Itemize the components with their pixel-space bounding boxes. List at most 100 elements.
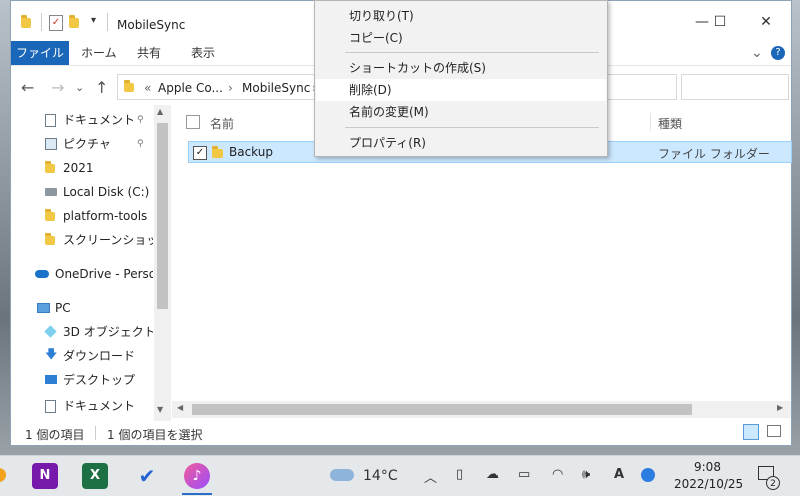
- nav-item-2021[interactable]: 2021: [45, 157, 94, 179]
- menu-item-delete[interactable]: 削除(D): [316, 79, 606, 101]
- ribbon-expand-icon[interactable]: ⌄: [751, 45, 763, 61]
- folder-icon: [45, 161, 55, 173]
- nav-item-label: PC: [55, 301, 71, 315]
- navigation-pane: ドキュメント ⚲ ピクチャ ⚲ 2021 Local Disk (C:) pla…: [11, 105, 153, 421]
- column-header-name[interactable]: 名前: [210, 115, 234, 132]
- file-name: Backup: [229, 145, 273, 159]
- weather-temperature[interactable]: 14°C: [363, 468, 398, 484]
- meet-now-icon[interactable]: ▯: [456, 467, 463, 482]
- nav-item-label: 2021: [63, 161, 94, 175]
- taskbar: N X ✔ ♪ 14°C ︿ ▯ ☁ ▭ ◠ 🕪 A 9:08 2022/10/…: [0, 455, 800, 496]
- excel-icon[interactable]: X: [82, 463, 108, 489]
- nav-item-label: ピクチャ: [63, 137, 111, 151]
- cube-icon: [44, 325, 57, 338]
- nav-item-desktop[interactable]: デスクトップ: [45, 369, 135, 391]
- pin-icon: ⚲: [137, 115, 144, 125]
- nav-item-platform-tools[interactable]: platform-tools: [45, 205, 147, 227]
- back-button[interactable]: ←: [21, 78, 34, 97]
- context-menu: 切り取り(T) コピー(C) ショートカットの作成(S) 削除(D) 名前の変更…: [314, 0, 608, 157]
- drive-icon: [45, 188, 57, 196]
- search-input[interactable]: [681, 74, 789, 100]
- status-bar: 1 個の項目 1 個の項目を選択: [11, 421, 791, 445]
- tab-file[interactable]: ファイル: [11, 41, 69, 65]
- nav-item-label: ドキュメント: [63, 113, 136, 127]
- nav-item-label: platform-tools: [63, 209, 148, 223]
- nav-item-documents-quick[interactable]: ドキュメント ⚲: [45, 109, 144, 131]
- scroll-thumb[interactable]: [192, 404, 692, 415]
- divider: [95, 426, 96, 440]
- nav-item-documents-pc[interactable]: ドキュメント: [45, 395, 135, 417]
- tab-view[interactable]: 表示: [191, 41, 215, 65]
- weather-icon[interactable]: [330, 469, 354, 481]
- ime-indicator[interactable]: A: [614, 467, 624, 482]
- file-list-hscrollbar[interactable]: ◀ ▶: [172, 401, 791, 418]
- properties-icon[interactable]: ✓: [49, 15, 63, 31]
- customize-quick-access-icon[interactable]: ▾: [91, 15, 96, 26]
- scroll-left-arrow[interactable]: ◀: [177, 403, 183, 412]
- battery-icon[interactable]: ▭: [518, 467, 530, 482]
- clock-time[interactable]: 9:08: [694, 460, 721, 474]
- large-icons-view-icon[interactable]: [767, 425, 781, 437]
- onedrive-tray-icon[interactable]: ☁: [486, 467, 499, 482]
- nav-item-pc[interactable]: PC: [35, 297, 71, 319]
- new-folder-icon[interactable]: [69, 15, 79, 28]
- show-hidden-icons-icon[interactable]: ︿: [424, 467, 437, 486]
- scroll-right-arrow[interactable]: ▶: [777, 403, 783, 412]
- up-button[interactable]: ↑: [95, 78, 108, 97]
- pc-icon: [37, 303, 50, 313]
- tab-home[interactable]: ホーム: [81, 41, 117, 65]
- clock-date[interactable]: 2022/10/25: [674, 477, 743, 491]
- breadcrumb-apple-computer[interactable]: Apple Co...: [158, 81, 223, 95]
- nav-item-pictures[interactable]: ピクチャ ⚲: [45, 133, 144, 155]
- row-checkbox[interactable]: ✓: [193, 146, 207, 160]
- menu-item-properties[interactable]: プロパティ(R): [316, 132, 606, 154]
- nav-item-screenshots[interactable]: スクリーンショット: [45, 229, 153, 251]
- nav-item-onedrive[interactable]: OneDrive - Person: [35, 263, 153, 285]
- menu-separator: [345, 52, 599, 53]
- folder-icon: [124, 80, 134, 92]
- divider: [107, 13, 108, 31]
- folder-icon: [45, 233, 55, 245]
- security-tray-icon[interactable]: [641, 468, 655, 482]
- desktop-icon: [45, 375, 57, 384]
- nav-item-label: 3D オブジェクト: [63, 325, 153, 339]
- column-divider[interactable]: [650, 113, 651, 131]
- maximize-button[interactable]: ☐: [705, 11, 735, 33]
- wifi-icon[interactable]: ◠: [552, 467, 563, 482]
- scroll-up-arrow[interactable]: ▲: [157, 107, 163, 116]
- breadcrumb-mobilesync[interactable]: MobileSync: [242, 81, 310, 95]
- menu-item-rename[interactable]: 名前の変更(M): [316, 101, 606, 123]
- details-view-icon[interactable]: [743, 424, 759, 440]
- help-icon[interactable]: ?: [771, 46, 785, 60]
- todo-icon[interactable]: ✔: [134, 463, 160, 489]
- file-type: ファイル フォルダー: [658, 147, 770, 161]
- pin-icon: ⚲: [137, 139, 144, 149]
- forward-button[interactable]: →: [51, 78, 64, 97]
- select-all-checkbox[interactable]: [186, 115, 200, 129]
- itunes-icon[interactable]: ♪: [184, 463, 210, 489]
- folder-icon: [21, 15, 31, 28]
- selection-count: 1 個の項目を選択: [107, 428, 203, 442]
- scroll-down-arrow[interactable]: ▼: [157, 405, 163, 414]
- nav-item-3d-objects[interactable]: 3D オブジェクト: [44, 321, 153, 343]
- nav-item-downloads[interactable]: 🡇 ダウンロード: [45, 345, 135, 367]
- breadcrumb-overflow[interactable]: «: [144, 81, 151, 95]
- volume-icon[interactable]: 🕪: [582, 467, 590, 482]
- window-title: MobileSync: [117, 18, 186, 32]
- nav-item-label: デスクトップ: [63, 373, 136, 387]
- menu-item-cut[interactable]: 切り取り(T): [316, 5, 606, 27]
- nav-scrollbar[interactable]: ▲ ▼: [154, 105, 171, 421]
- recent-locations-button[interactable]: ⌄: [75, 81, 84, 94]
- app-icon-partial[interactable]: [0, 468, 6, 482]
- column-header-type[interactable]: 種類: [658, 115, 682, 132]
- picture-icon: [45, 138, 57, 150]
- menu-item-create-shortcut[interactable]: ショートカットの作成(S): [316, 57, 606, 79]
- onenote-icon[interactable]: N: [32, 463, 58, 489]
- scroll-thumb[interactable]: [157, 123, 168, 309]
- tab-share[interactable]: 共有: [137, 41, 161, 65]
- document-icon: [45, 114, 56, 127]
- cloud-icon: [35, 270, 49, 278]
- nav-item-local-disk[interactable]: Local Disk (C:): [45, 181, 149, 203]
- close-button[interactable]: ✕: [751, 11, 781, 33]
- menu-item-copy[interactable]: コピー(C): [316, 27, 606, 49]
